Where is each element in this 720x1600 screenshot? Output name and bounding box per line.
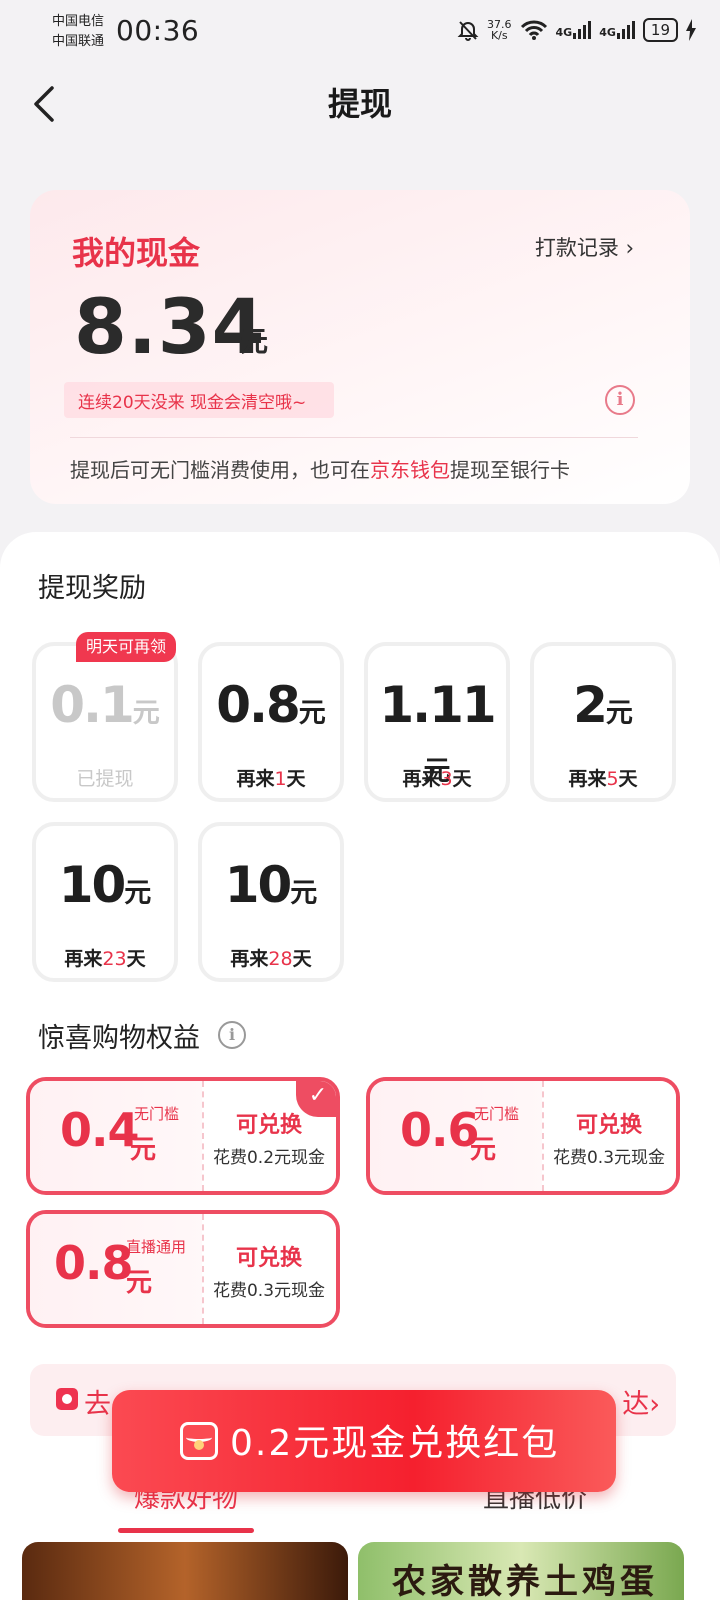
check-icon: ✓ <box>296 1081 336 1117</box>
perks-title: 惊喜购物权益 <box>38 1023 200 1054</box>
mute-bell-icon <box>457 21 479 41</box>
product-thumbnail[interactable] <box>22 1542 348 1600</box>
chevron-right-icon: › <box>649 1389 660 1420</box>
cash-note: 提现后可无门槛消费使用，也可在京东钱包提现至银行卡 <box>70 458 570 482</box>
ribbon-badge: 明天可再领 <box>76 632 177 662</box>
reward-tile[interactable]: 1.11元 再来3天 <box>364 642 510 802</box>
carrier-names: 中国电信 中国联通 <box>52 12 104 52</box>
payment-records-link[interactable]: 打款记录 › <box>535 232 634 262</box>
info-icon[interactable]: i <box>218 1021 246 1049</box>
reward-tile[interactable]: 10元 再来28天 <box>198 822 344 982</box>
reward-tile[interactable]: 2元 再来5天 <box>530 642 676 802</box>
jd-wallet-link[interactable]: 京东钱包 <box>370 458 450 482</box>
tab-underline <box>118 1528 254 1533</box>
net-speed: 37.6 K/s <box>487 18 512 42</box>
signal-2: 4G <box>599 21 635 39</box>
cash-amount: 8.34 <box>74 282 266 371</box>
charging-icon <box>686 19 696 41</box>
product-thumbnail-text: 农家散养土鸡蛋 <box>392 1562 658 1600</box>
reward-tile[interactable]: 10元 再来23天 <box>32 822 178 982</box>
live-icon <box>56 1388 78 1410</box>
live-promo-text: 去 <box>84 1389 111 1420</box>
reward-tile[interactable]: 0.8元 再来1天 <box>198 642 344 802</box>
cash-label: 我的现金 <box>72 234 201 272</box>
exchange-label: 可兑换 <box>235 1246 302 1271</box>
battery-indicator: 19 <box>642 18 678 42</box>
back-button[interactable] <box>28 82 68 126</box>
chevron-right-icon: › <box>625 236 634 260</box>
info-icon[interactable]: i <box>605 385 635 415</box>
divider <box>70 437 638 438</box>
cash-unit: 元 <box>240 325 269 358</box>
wifi-icon <box>520 20 547 40</box>
back-arrow-icon <box>34 86 54 122</box>
live-promo-end: 达› <box>622 1389 660 1420</box>
exchange-label: 可兑换 <box>575 1113 642 1138</box>
carrier-1: 中国电信 <box>52 14 105 29</box>
signal-1: 4G <box>556 21 592 39</box>
red-packet-icon <box>180 1422 218 1460</box>
page-title: 提现 <box>327 85 392 123</box>
rewards-title: 提现奖励 <box>38 573 146 604</box>
reward-tile[interactable]: 0.1元 已提现 <box>32 642 178 802</box>
clock: 00:36 <box>116 14 200 47</box>
cta-label: 0.2元现金兑换红包 <box>230 1423 560 1464</box>
coupon-card[interactable]: 0.4 无门槛 元 可兑换 花费0.2元现金 ✓ <box>26 1077 340 1195</box>
status-icons: 37.6 K/s 4G 4G 19 <box>457 18 696 42</box>
expiry-warning: 连续20天没来 现金会清空哦~ <box>78 393 307 413</box>
coupon-card[interactable]: 0.6 无门槛 元 可兑换 花费0.3元现金 <box>366 1077 680 1195</box>
carrier-2: 中国联通 <box>52 34 105 49</box>
coupon-card[interactable]: 0.8 直播通用 元 可兑换 花费0.3元现金 <box>26 1210 340 1328</box>
